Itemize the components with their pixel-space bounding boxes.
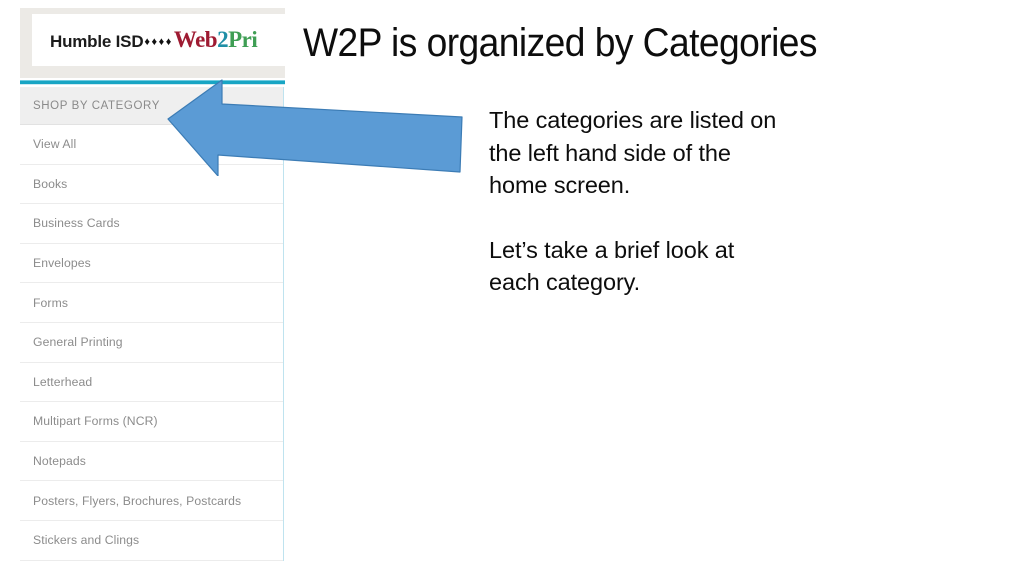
category-list-item[interactable]: Letterhead xyxy=(20,362,283,403)
category-list-item[interactable]: Business Cards xyxy=(20,204,283,244)
shop-by-category-panel: SHOP BY CATEGORY View All Books Business C… xyxy=(20,87,284,561)
category-list-item-label: Envelopes xyxy=(33,256,91,271)
category-list-item-label: Business Cards xyxy=(33,216,120,231)
category-list-item-label: Forms xyxy=(33,295,69,310)
body-paragraph-1: The categories are listed on the left ha… xyxy=(489,107,777,198)
site-logo-text: Humble ISD ♦♦♦♦ Web 2 Pri xyxy=(32,27,258,53)
logo-brand-two: 2 xyxy=(217,27,229,52)
logo-brand-pri: Pri xyxy=(228,27,258,52)
slide-canvas: Humble ISD ♦♦♦♦ Web 2 Pri SHOP BY CATEGORY… xyxy=(0,0,1024,576)
site-header-band: Humble ISD ♦♦♦♦ Web 2 Pri xyxy=(20,8,285,78)
category-list-item-label: Stickers and Clings xyxy=(33,533,140,548)
category-list-item-label: Letterhead xyxy=(33,374,93,389)
header-accent-rule xyxy=(20,80,285,85)
shop-by-category-header-label: SHOP BY CATEGORY xyxy=(33,99,160,112)
category-list-item-label: Notepads xyxy=(33,454,86,469)
category-list-item[interactable]: Stickers and Clings xyxy=(20,520,283,561)
slide-body-text: The categories are listed on the left ha… xyxy=(489,104,789,299)
category-list-item-label: General Printing xyxy=(33,335,123,350)
web2print-screenshot: Humble ISD ♦♦♦♦ Web 2 Pri SHOP BY CATEGORY… xyxy=(20,8,285,576)
shop-by-category-header: SHOP BY CATEGORY xyxy=(20,87,283,125)
category-list-item-label: View All xyxy=(33,137,77,152)
category-list-item[interactable]: Multipart Forms (NCR) xyxy=(20,402,283,442)
logo-diamond-separator-icon: ♦♦♦♦ xyxy=(144,36,173,48)
category-list-item[interactable]: Posters, Flyers, Brochures, Postcards xyxy=(20,481,283,521)
category-list-item[interactable]: Books xyxy=(20,164,283,205)
category-list: View All Books Business Cards Envelopes Form… xyxy=(20,125,283,561)
category-list-item[interactable]: Forms xyxy=(20,283,283,323)
body-paragraph-2: Let’s take a brief look at each category… xyxy=(489,236,735,296)
category-list-item-label: Books xyxy=(33,176,68,191)
logo-org-name: Humble ISD xyxy=(50,32,144,51)
category-list-item-label: Multipart Forms (NCR) xyxy=(33,414,158,429)
category-list-item[interactable]: General Printing xyxy=(20,322,283,363)
category-list-item[interactable]: View All xyxy=(20,125,283,165)
page-title: W2P is organized by Categories xyxy=(303,21,818,65)
category-list-item[interactable]: Envelopes xyxy=(20,243,283,284)
category-list-item-label: Posters, Flyers, Brochures, Postcards xyxy=(33,493,242,508)
site-logo[interactable]: Humble ISD ♦♦♦♦ Web 2 Pri xyxy=(32,14,285,66)
category-list-item[interactable]: Notepads xyxy=(20,441,283,482)
logo-brand-web: Web xyxy=(173,27,218,52)
